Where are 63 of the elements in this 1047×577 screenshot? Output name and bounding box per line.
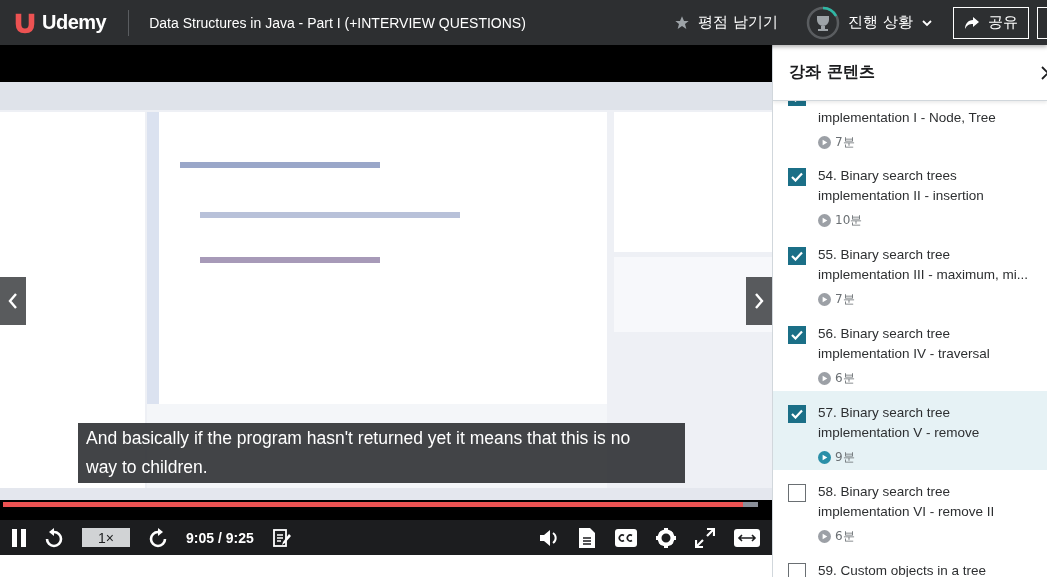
fullscreen-icon[interactable] <box>695 527 715 548</box>
lecture-title: 58. Binary search tree implementation VI - remove II <box>818 483 996 521</box>
lecture-duration: 7분 <box>835 291 855 308</box>
lecture-title: 57. Binary search tree implementation V - remove <box>818 404 981 442</box>
volume-icon[interactable] <box>539 528 559 547</box>
check-icon <box>791 251 803 261</box>
logo-text[interactable]: Udemy <box>42 11 107 34</box>
checkbox[interactable] <box>788 563 806 577</box>
play-icon <box>818 372 831 385</box>
lecture-title: 59. Custom objects in a tree <box>818 562 988 577</box>
lecture-item[interactable]: 57. Binary search tree implementation V - remove 9분 <box>773 391 1047 470</box>
play-icon <box>818 214 831 227</box>
previous-button[interactable] <box>0 277 26 325</box>
note-icon[interactable] <box>272 528 291 547</box>
lecture-title: implementation I - Node, Tree <box>818 109 997 127</box>
play-icon <box>818 451 831 464</box>
play-icon <box>818 293 831 306</box>
subtitle-caption: And basically if the program hasn't returned yet it means that this is no way to children. <box>78 423 685 483</box>
lecture-duration: 9분 <box>835 449 855 466</box>
progress-button[interactable]: 진행 상황 <box>806 5 933 40</box>
forward-icon[interactable] <box>149 527 167 548</box>
expand-icon[interactable] <box>734 528 760 547</box>
lecture-item[interactable]: 58. Binary search tree implementation VI - remove II 6분 <box>773 470 1047 549</box>
check-icon <box>791 409 803 419</box>
check-icon <box>791 172 803 182</box>
checkbox[interactable] <box>788 168 806 186</box>
play-icon <box>818 530 831 543</box>
lecture-duration: 10분 <box>835 212 863 229</box>
check-icon <box>791 330 803 340</box>
next-button[interactable] <box>746 277 772 325</box>
play-icon <box>818 136 831 149</box>
star-icon <box>674 14 691 31</box>
speed-button[interactable]: 1× <box>82 528 130 547</box>
rewind-icon[interactable] <box>45 527 63 548</box>
lecture-duration: 7분 <box>835 134 855 151</box>
close-icon[interactable] <box>1041 65 1047 80</box>
captions-icon[interactable] <box>615 528 637 547</box>
checkbox[interactable] <box>788 247 806 265</box>
rate-button[interactable]: 평점 남기기 <box>674 13 779 32</box>
course-title: Data Structures in Java - Part I (+INTERVIEW QUESTIONS) <box>149 14 526 31</box>
transcript-icon[interactable] <box>578 526 596 549</box>
checkbox[interactable] <box>788 484 806 502</box>
time-display: 9:05 / 9:25 <box>186 529 254 546</box>
lecture-item[interactable]: implementation I - Node, Tree 7분 <box>773 101 1047 154</box>
checkbox[interactable] <box>788 326 806 344</box>
lecture-title: 55. Binary search tree implementation III - maximum, mi... <box>818 246 1030 284</box>
lecture-item[interactable]: 54. Binary search trees implementation II - insertion 10분 <box>773 154 1047 233</box>
trophy-icon <box>806 5 841 40</box>
lecture-title: 56. Binary search tree implementation IV - traversal <box>818 325 991 363</box>
lecture-duration: 6분 <box>835 370 855 387</box>
chevron-right-icon <box>754 292 764 310</box>
lecture-item[interactable]: 59. Custom objects in a tree <box>773 549 1047 577</box>
chevron-left-icon <box>8 292 18 310</box>
checkbox[interactable] <box>788 405 806 423</box>
share-button[interactable]: 공유 <box>953 6 1029 39</box>
pause-icon[interactable] <box>12 528 26 547</box>
sidebar-title: 강좌 콘텐츠 <box>789 62 875 83</box>
lecture-item[interactable]: 56. Binary search tree implementation IV - traversal 6분 <box>773 312 1047 391</box>
settings-icon[interactable] <box>656 527 676 548</box>
lecture-duration: 6분 <box>835 528 855 545</box>
lecture-item[interactable]: 55. Binary search tree implementation III - maximum, mi... 7분 <box>773 233 1047 312</box>
lecture-title: 54. Binary search trees implementation II - insertion <box>818 167 985 205</box>
share-icon <box>964 15 980 30</box>
